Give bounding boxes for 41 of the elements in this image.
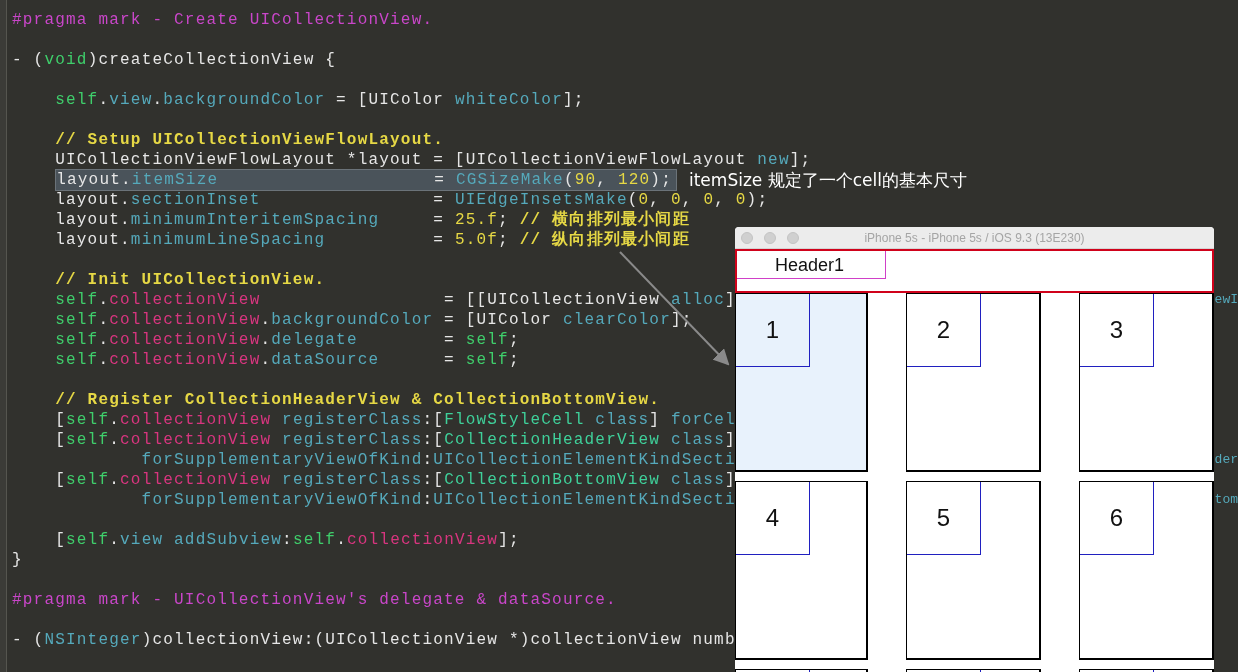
code-line: layout.minimumLineSpacing = 5.0f; // 纵向排列最小间距 <box>54 230 690 250</box>
collection-cell[interactable]: 5 <box>906 481 1041 660</box>
code-line: self.collectionView.dataSource = self; <box>54 350 520 370</box>
code-fragment: tom <box>1214 491 1238 509</box>
code-line: - (NSInteger)collectionView:(UICollectionView *)collectionView numb <box>12 630 736 650</box>
code-line: self.collectionView = [[UICollectionView alloc] <box>54 290 736 310</box>
code-line: forSupplementaryViewOfKind:UICollectionElementKindSecti <box>140 490 736 510</box>
code-line: [self.collectionView registerClass:[CollectionHeaderView class] <box>54 430 736 450</box>
cell-label: 5 <box>907 482 981 555</box>
cell-label: 3 <box>1080 294 1154 367</box>
cell-label: 2 <box>907 294 981 367</box>
code-line: layout.minimumInteritemSpacing = 25.f; // 横向排列最小间距 <box>54 210 690 230</box>
code-line: [self.collectionView registerClass:[CollectionBottomView class] <box>54 470 736 490</box>
collection-cell[interactable]: 3 <box>1079 293 1214 472</box>
code-line: [self.view addSubview:self.collectionView]; <box>54 530 520 550</box>
code-line: #pragma mark - Create UICollectionView. <box>12 10 434 30</box>
collection-cell[interactable]: 2 <box>906 293 1041 472</box>
window-title: iPhone 5s - iPhone 5s / iOS 9.3 (13E230) <box>864 230 1085 245</box>
code-line: } <box>12 550 23 570</box>
code-fragment: ewI <box>1214 291 1238 309</box>
annotation-text: itemSize 规定了一个cell的基本尺寸 <box>688 170 967 190</box>
code-line: [self.collectionView registerClass:[FlowStyleCell class] forCel <box>54 410 736 430</box>
code-line: self.collectionView.delegate = self; <box>54 330 520 350</box>
code-line: // Register CollectionHeaderView & CollectionBottomView. <box>54 390 661 410</box>
collection-cell[interactable]: 6 <box>1079 481 1214 660</box>
cell-label: 1 <box>736 294 810 367</box>
cell-label: 6 <box>1080 482 1154 555</box>
code-line: // Setup UICollectionViewFlowLayout. <box>54 130 445 150</box>
collection-cell[interactable]: 1 <box>735 293 868 472</box>
code-line: forSupplementaryViewOfKind:UICollectionElementKindSecti <box>140 450 736 470</box>
code-line: layout.sectionInset = UIEdgeInsetsMake(0, 0, 0, 0); <box>54 190 769 210</box>
code-line: self.view.backgroundColor = [UIColor whiteColor]; <box>54 90 585 110</box>
collection-cell[interactable]: 4 <box>735 481 868 660</box>
code-line: - (void)createCollectionView { <box>12 50 337 70</box>
code-line: self.collectionView.backgroundColor = [UIColor clearColor]; <box>54 310 693 330</box>
code-fragment: der <box>1214 451 1238 469</box>
code-line: UICollectionViewFlowLayout *layout = [UICollectionViewFlowLayout new]; <box>54 150 812 170</box>
header-label: Header1 <box>737 251 886 279</box>
code-line: // Init UICollectionView. <box>54 270 326 290</box>
code-line: #pragma mark - UICollectionView's delegate & dataSource. <box>12 590 617 610</box>
cell-label: 4 <box>736 482 810 555</box>
